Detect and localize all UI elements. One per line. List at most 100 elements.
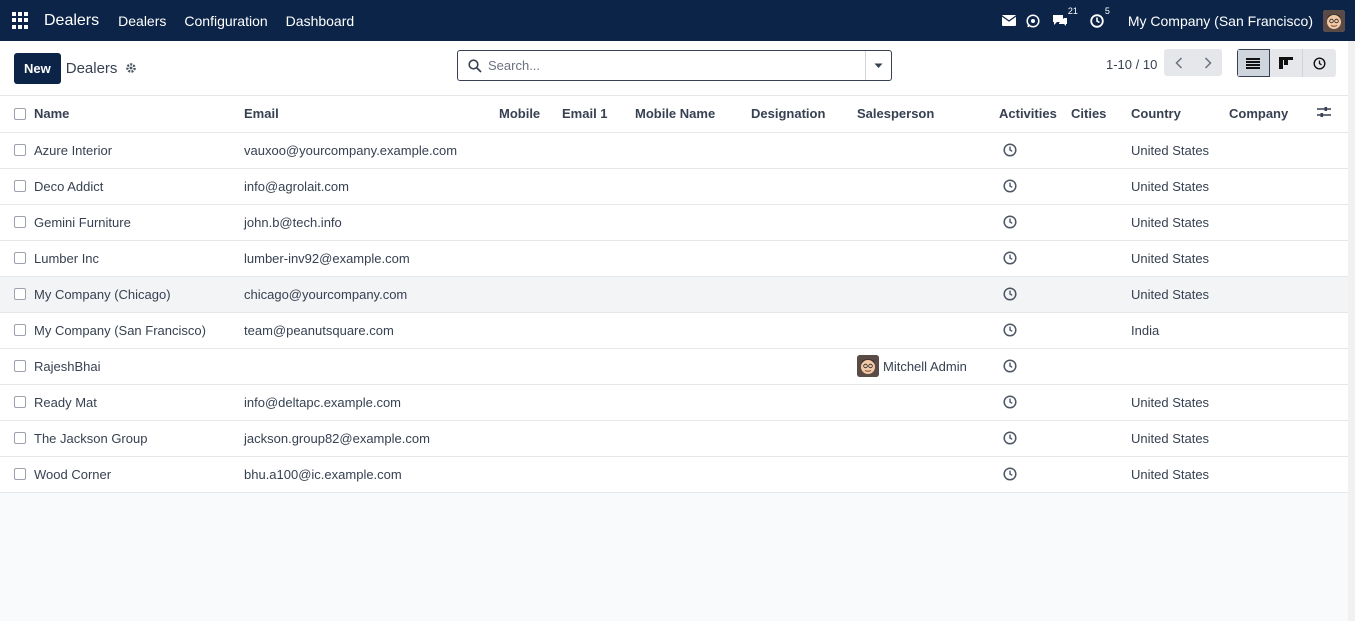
- cell-cities: [1071, 132, 1131, 169]
- menu-dealers[interactable]: Dealers: [118, 13, 166, 29]
- cell-cities: [1071, 456, 1131, 493]
- row-checkbox[interactable]: [14, 396, 26, 408]
- cell-country: United States: [1131, 204, 1229, 241]
- column-email[interactable]: Email: [236, 96, 491, 133]
- menu-dashboard[interactable]: Dashboard: [286, 13, 355, 29]
- app-name[interactable]: Dealers: [44, 12, 99, 30]
- activity-button[interactable]: [1003, 215, 1071, 229]
- activity-button[interactable]: [1003, 251, 1071, 265]
- activity-button[interactable]: [1003, 143, 1071, 157]
- row-checkbox[interactable]: [14, 216, 26, 228]
- table-row[interactable]: Lumber Inc lumber-inv92@example.com United…: [0, 240, 1348, 277]
- table-row[interactable]: Azure Interior vauxoo@yourcompany.example…: [0, 132, 1348, 169]
- optional-columns-icon[interactable]: [1317, 106, 1331, 118]
- cell-mobile-name: [635, 312, 751, 349]
- page-title: Dealers: [65, 59, 118, 77]
- row-checkbox[interactable]: [14, 144, 26, 156]
- messages-icon[interactable]: 21: [1052, 6, 1078, 27]
- cell-mobile: [491, 384, 562, 421]
- cell-mobile-name: [635, 204, 751, 241]
- pager-next-button[interactable]: [1193, 49, 1222, 76]
- column-name[interactable]: Name: [34, 96, 236, 133]
- clock-icon: [1003, 467, 1017, 481]
- user-avatar[interactable]: [1323, 9, 1345, 32]
- search-icon: [468, 58, 482, 73]
- app-menu-grid-icon[interactable]: [12, 11, 30, 30]
- cell-activities: [999, 276, 1071, 313]
- activity-button[interactable]: [1003, 179, 1071, 193]
- menu-configuration[interactable]: Configuration: [184, 13, 267, 29]
- cell-cities: [1071, 348, 1131, 385]
- activity-button[interactable]: [1003, 359, 1071, 373]
- gear-icon[interactable]: [125, 62, 137, 74]
- column-activities[interactable]: Activities: [999, 96, 1071, 133]
- row-checkbox[interactable]: [14, 252, 26, 264]
- activity-button[interactable]: [1003, 431, 1071, 445]
- table-row[interactable]: Ready Mat info@deltapc.example.com United …: [0, 384, 1348, 421]
- activity-button[interactable]: [1003, 467, 1071, 481]
- cell-name: RajeshBhai: [34, 348, 236, 385]
- clock-icon: [1003, 323, 1017, 337]
- table-row[interactable]: RajeshBhai Mitchell Admin: [0, 348, 1348, 385]
- cell-email-1: [562, 420, 635, 457]
- table-row[interactable]: The Jackson Group jackson.group82@example…: [0, 420, 1348, 457]
- cell-company: [1229, 204, 1317, 241]
- cell-company: [1229, 420, 1317, 457]
- column-country[interactable]: Country: [1131, 96, 1229, 133]
- table-row[interactable]: Wood Corner bhu.a100@ic.example.com United…: [0, 456, 1348, 493]
- column-salesperson[interactable]: Salesperson: [857, 96, 999, 133]
- column-company[interactable]: Company: [1229, 96, 1317, 133]
- column-email-1[interactable]: Email 1: [562, 96, 635, 133]
- cell-activities: [999, 420, 1071, 457]
- cell-mobile-name: [635, 420, 751, 457]
- table-row[interactable]: Gemini Furniture john.b@tech.info United S…: [0, 204, 1348, 241]
- cell-country: India: [1131, 312, 1229, 349]
- row-checkbox[interactable]: [14, 360, 26, 372]
- activity-button[interactable]: [1003, 287, 1071, 301]
- cell-salesperson: [857, 420, 999, 457]
- cell-cities: [1071, 420, 1131, 457]
- select-all-checkbox[interactable]: [14, 107, 26, 120]
- scrollbar[interactable]: [1348, 41, 1355, 621]
- cell-email: bhu.a100@ic.example.com: [236, 456, 491, 493]
- pager-previous-button[interactable]: [1164, 49, 1193, 76]
- salesperson-cell[interactable]: Mitchell Admin: [857, 355, 999, 377]
- clock-icon: [1003, 215, 1017, 229]
- table-header-row: Name Email Mobile Email 1 Mobile Name De…: [0, 96, 1348, 133]
- column-designation[interactable]: Designation: [751, 96, 857, 133]
- table-row[interactable]: My Company (San Francisco) team@peanutsqu…: [0, 312, 1348, 349]
- search-options-toggle[interactable]: [865, 51, 891, 80]
- column-mobile-name[interactable]: Mobile Name: [635, 96, 751, 133]
- row-checkbox[interactable]: [14, 432, 26, 444]
- table-row[interactable]: Deco Addict info@agrolait.com United State…: [0, 168, 1348, 205]
- table-row[interactable]: My Company (Chicago) chicago@yourcompany.…: [0, 276, 1348, 313]
- row-checkbox[interactable]: [14, 288, 26, 300]
- cell-email: [236, 348, 491, 385]
- row-checkbox[interactable]: [14, 468, 26, 480]
- cell-salesperson: [857, 204, 999, 241]
- company-switcher[interactable]: My Company (San Francisco): [1128, 13, 1313, 29]
- cell-email-1: [562, 276, 635, 313]
- mail-icon[interactable]: [1001, 15, 1016, 26]
- activity-button[interactable]: [1003, 323, 1071, 337]
- dealers-table: Name Email Mobile Email 1 Mobile Name De…: [0, 96, 1348, 493]
- cell-mobile: [491, 420, 562, 457]
- activities-icon[interactable]: 5: [1090, 6, 1110, 28]
- row-checkbox[interactable]: [14, 324, 26, 336]
- cell-email-1: [562, 348, 635, 385]
- cell-company: [1229, 276, 1317, 313]
- list-icon: [1246, 57, 1260, 69]
- kanban-view-button[interactable]: [1270, 49, 1303, 77]
- new-button[interactable]: New: [14, 52, 61, 84]
- row-checkbox[interactable]: [14, 180, 26, 192]
- column-mobile[interactable]: Mobile: [491, 96, 562, 133]
- activity-view-button[interactable]: [1303, 49, 1336, 77]
- search-input[interactable]: [482, 51, 865, 80]
- column-cities[interactable]: Cities: [1071, 96, 1131, 133]
- pager-value[interactable]: 1-10 / 10: [1106, 57, 1157, 72]
- cell-email: jackson.group82@example.com: [236, 420, 491, 457]
- activity-button[interactable]: [1003, 395, 1071, 409]
- list-view-button[interactable]: [1237, 49, 1270, 77]
- whatsapp-icon[interactable]: [1026, 13, 1040, 28]
- cell-country: [1131, 348, 1229, 385]
